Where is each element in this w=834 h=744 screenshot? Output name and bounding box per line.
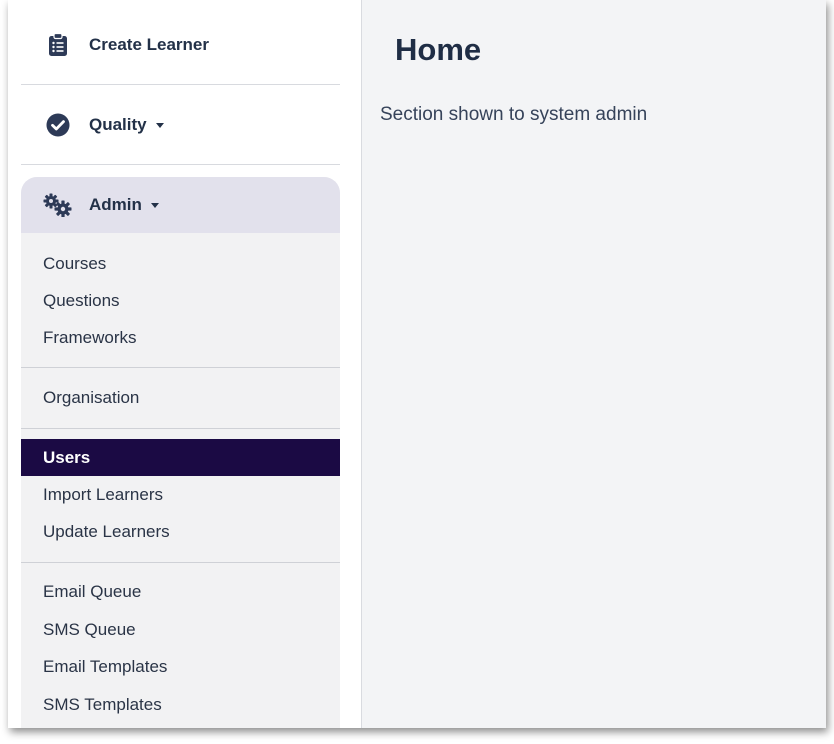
cogs-icon xyxy=(43,192,73,218)
sidebar-subitem-email-templates[interactable]: Email Templates xyxy=(21,648,340,685)
sidebar-item-create-learner[interactable]: Create Learner xyxy=(21,5,339,85)
sidebar-subitem-label: Organisation xyxy=(43,387,140,407)
sidebar-subitem-label: Update Learners xyxy=(43,521,170,541)
sidebar-subitem-label: Users xyxy=(43,447,91,467)
sidebar-item-admin[interactable]: Admin xyxy=(21,177,340,233)
sidebar-subitem-label: Email Queue xyxy=(43,581,142,601)
app-window: Create Learner Quality Admin Courses Que… xyxy=(8,0,826,728)
sidebar-subitem-sms-queue[interactable]: SMS Queue xyxy=(21,611,340,648)
section-text: Section shown to system admin xyxy=(380,104,648,125)
divider xyxy=(21,164,340,165)
divider xyxy=(21,562,340,563)
sidebar-subitem-frameworks[interactable]: Frameworks xyxy=(21,319,340,356)
sidebar-item-label: Quality xyxy=(89,115,147,134)
sidebar-subitem-label: Questions xyxy=(43,290,120,310)
sidebar-subitem-questions[interactable]: Questions xyxy=(21,282,340,319)
chevron-down-icon xyxy=(155,122,164,128)
sidebar-subitem-courses[interactable]: Courses xyxy=(21,245,340,282)
sidebar-subitem-email-queue[interactable]: Email Queue xyxy=(21,573,340,610)
sidebar-subitem-label: Frameworks xyxy=(43,327,137,347)
sidebar-item-quality[interactable]: Quality xyxy=(21,85,339,165)
page-title: Home xyxy=(395,32,482,67)
sidebar-subitem-label: Import Learners xyxy=(43,484,163,504)
clipboard-list-icon xyxy=(45,32,71,58)
sidebar-item-label: Create Learner xyxy=(89,35,210,54)
sidebar-subitem-organisation[interactable]: Organisation xyxy=(21,379,340,416)
sidebar-subitem-label: SMS Templates xyxy=(43,694,162,714)
main-content: Home Section shown to system admin xyxy=(362,0,826,728)
sidebar: Create Learner Quality Admin Courses Que… xyxy=(8,0,362,728)
check-circle-icon xyxy=(45,112,71,138)
sidebar-subitem-label: SMS Queue xyxy=(43,619,136,639)
divider xyxy=(21,428,340,429)
sidebar-subitem-sms-templates[interactable]: SMS Templates xyxy=(21,686,340,723)
sidebar-subitem-label: Courses xyxy=(43,253,107,273)
sidebar-subitem-import-learners[interactable]: Import Learners xyxy=(21,476,340,513)
sidebar-subitem-label: Email Templates xyxy=(43,656,168,676)
admin-menu: Admin Courses Questions Frameworks Organ… xyxy=(21,177,340,728)
sidebar-subitem-update-learners[interactable]: Update Learners xyxy=(21,513,340,550)
divider xyxy=(21,367,340,368)
sidebar-subitem-users[interactable]: Users xyxy=(21,439,340,476)
chevron-down-icon xyxy=(150,202,159,208)
sidebar-item-label: Admin xyxy=(89,195,142,214)
